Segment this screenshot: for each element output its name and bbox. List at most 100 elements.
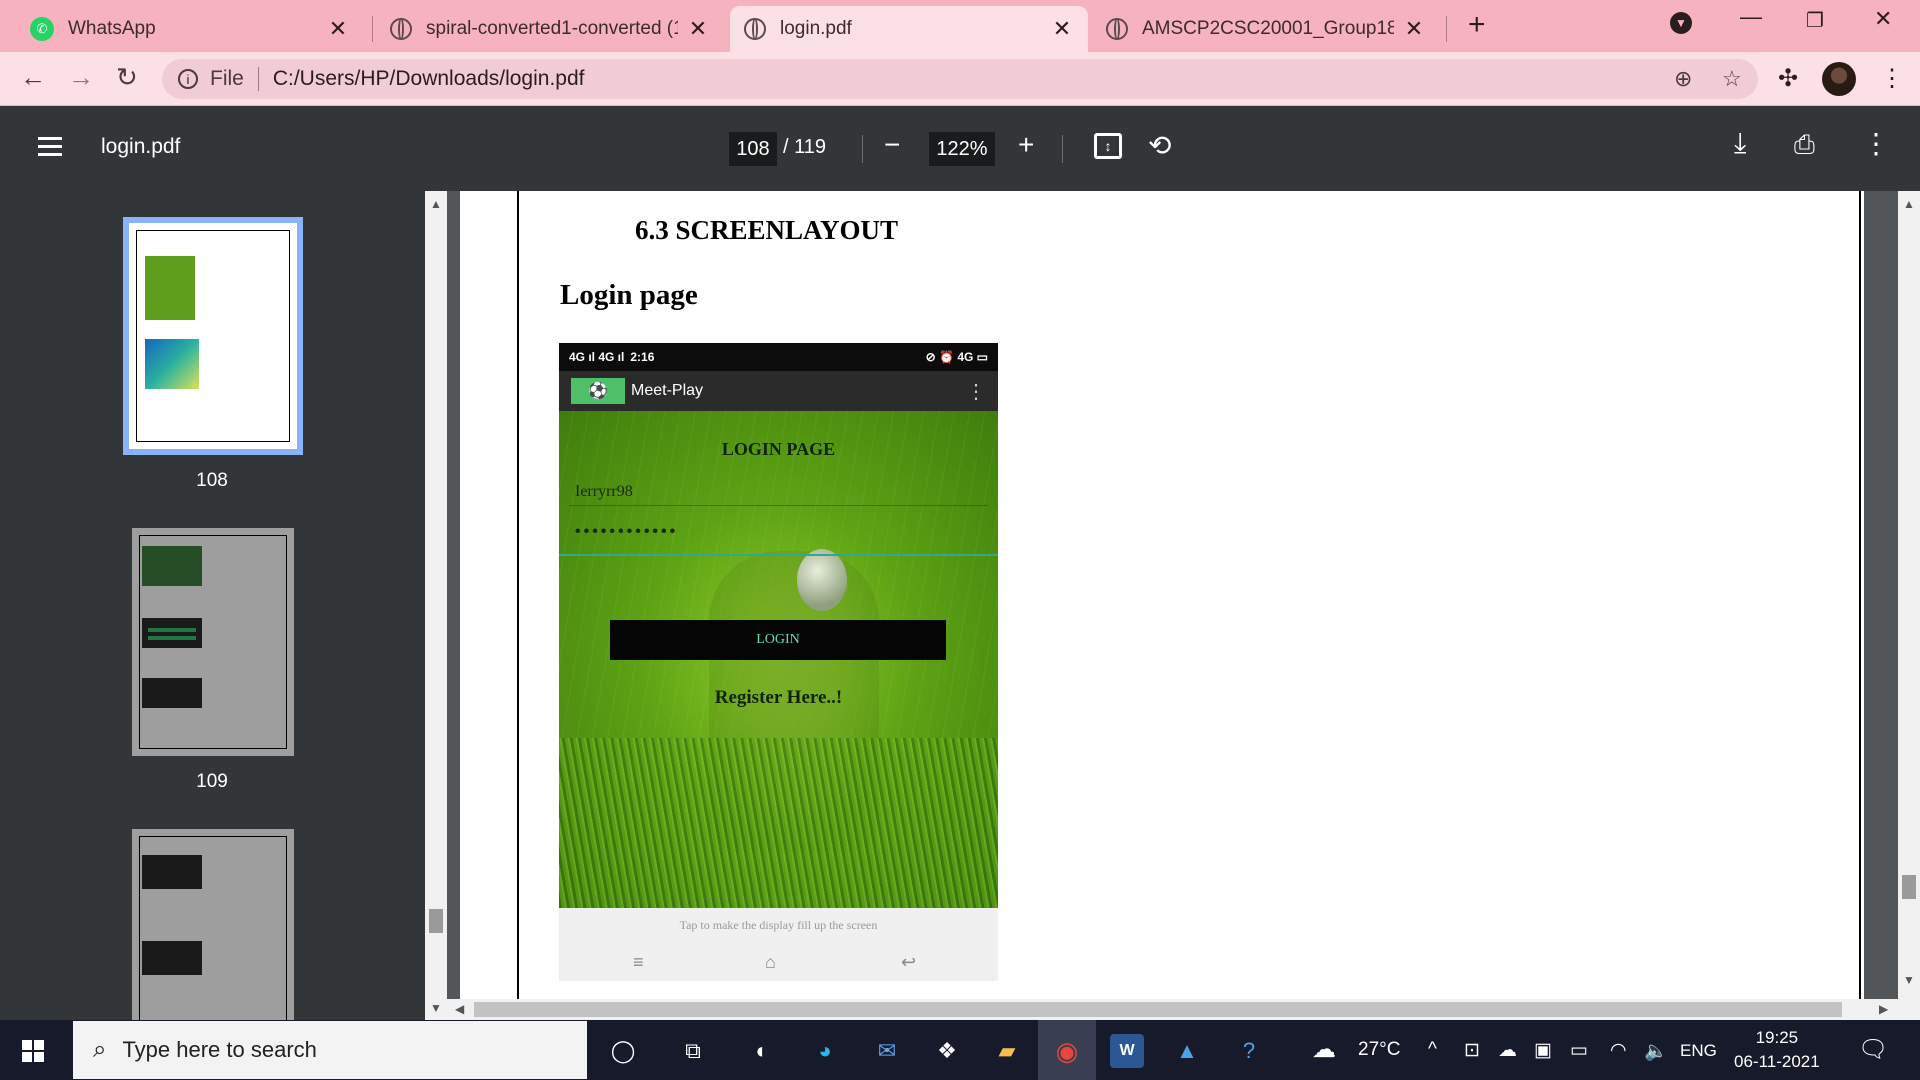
cortana-icon[interactable]: ◯: [606, 1034, 640, 1068]
tab-strip: ✆ WhatsApp ✕ spiral-converted1-converted…: [0, 0, 1920, 52]
battery-icon[interactable]: ▭: [1570, 1039, 1588, 1062]
scroll-down-icon[interactable]: ▼: [1903, 973, 1915, 987]
phone-username-field: Ierryrr98: [575, 483, 633, 500]
zoom-in-button[interactable]: +: [1018, 129, 1034, 161]
meet-icon[interactable]: ⊡: [1464, 1039, 1480, 1062]
tab-title: WhatsApp: [68, 18, 156, 39]
restore-icon[interactable]: ❐: [1806, 8, 1824, 33]
minimize-icon[interactable]: —: [1740, 4, 1762, 30]
phone-overflow-icon: ⋮: [966, 380, 986, 403]
browser-toolbar: ← → ↻ i File C:/Users/HP/Downloads/login…: [0, 52, 1920, 106]
close-tab-icon[interactable]: ✕: [326, 16, 350, 42]
bookmark-star-icon[interactable]: ☆: [1722, 59, 1742, 99]
scroll-right-icon[interactable]: ▶: [1879, 1002, 1888, 1016]
scheme-label: File: [210, 67, 244, 90]
new-tab-button[interactable]: +: [1468, 8, 1486, 42]
horizontal-scroll-thumb[interactable]: [474, 1002, 1842, 1017]
scroll-left-icon[interactable]: ◀: [455, 1002, 464, 1016]
scroll-down-icon[interactable]: ▼: [430, 1001, 442, 1015]
scroll-up-icon[interactable]: ▲: [1903, 197, 1915, 211]
back-arrow-icon[interactable]: ←: [20, 62, 46, 93]
phone-field-underline: [569, 505, 988, 506]
phone-fullscreen-hint: Tap to make the display fill up the scre…: [679, 918, 878, 932]
forward-arrow-icon[interactable]: →: [68, 62, 94, 93]
thumbnail-page-110[interactable]: [132, 829, 294, 1020]
horizontal-scrollbar[interactable]: ◀ ▶: [447, 999, 1898, 1020]
tab-whatsapp[interactable]: ✆ WhatsApp ✕: [16, 6, 364, 52]
phone-login-heading: LOGIN PAGE: [721, 439, 836, 459]
zoom-magnifier-icon[interactable]: ⊕: [1674, 59, 1692, 99]
app-logo-icon: ⚽: [571, 378, 625, 404]
reload-icon[interactable]: ↻: [116, 62, 138, 93]
chrome-icon[interactable]: ◉: [1050, 1034, 1084, 1068]
weather-icon[interactable]: ☁: [1312, 1035, 1336, 1064]
zoom-out-button[interactable]: −: [884, 129, 900, 161]
thumbnail-label: 108: [196, 470, 228, 491]
dropbox-icon[interactable]: ❖: [930, 1034, 964, 1068]
download-icon[interactable]: ⤓: [1734, 127, 1746, 160]
toolbar-divider: [862, 135, 863, 163]
info-icon[interactable]: i: [178, 69, 198, 89]
phone-field-underline-focused: [559, 554, 998, 556]
taskbar-search-box[interactable]: ⌕ Type here to search: [73, 1021, 587, 1079]
page-border-left: [517, 191, 519, 999]
notifications-icon[interactable]: 🗨: [1858, 1035, 1888, 1064]
close-window-icon[interactable]: ✕: [1874, 6, 1892, 32]
phone-app-bar: ⚽ Meet-Play ⋮: [559, 371, 998, 411]
phone-home-icon: ⌂: [765, 952, 776, 972]
word-icon[interactable]: W: [1110, 1034, 1144, 1068]
task-view-icon[interactable]: ⧉: [676, 1034, 710, 1068]
tab-search-icon[interactable]: ▼: [1670, 12, 1692, 34]
document-scrollbar[interactable]: ▲ ▼: [1898, 191, 1920, 1020]
tab-amscp[interactable]: AMSCP2CSC20001_Group18_soft ✕: [1092, 6, 1440, 52]
windows-start-icon[interactable]: [22, 1040, 44, 1062]
sidebar-scroll-thumb[interactable]: [429, 909, 443, 933]
page-border-right: [1859, 191, 1861, 999]
onedrive-icon[interactable]: ☁: [1498, 1039, 1517, 1062]
mail-icon[interactable]: ✉: [870, 1034, 904, 1068]
sidebar-scrollbar[interactable]: ▲ ▼: [425, 191, 447, 1020]
sub-heading: Login page: [560, 279, 698, 311]
profile-avatar[interactable]: [1822, 62, 1856, 96]
office-app-icon[interactable]: ◐: [745, 1034, 779, 1068]
close-tab-icon[interactable]: ✕: [686, 16, 710, 42]
thumbnail-page-109[interactable]: [132, 528, 294, 756]
screen-icon[interactable]: ▣: [1534, 1039, 1552, 1062]
tray-overflow-icon[interactable]: ^: [1428, 1039, 1437, 1061]
pdf-title: login.pdf: [101, 135, 181, 158]
url-text[interactable]: C:/Users/HP/Downloads/login.pdf: [273, 67, 585, 91]
volume-icon[interactable]: 🔈: [1644, 1039, 1668, 1063]
sidebar-menu-icon[interactable]: [38, 137, 62, 161]
language-indicator[interactable]: ENG: [1680, 1041, 1717, 1061]
photos-icon[interactable]: ▲: [1170, 1034, 1204, 1068]
browser-menu-icon[interactable]: ⋮: [1880, 64, 1904, 93]
section-heading: 6.3 SCREENLAYOUT: [635, 215, 899, 245]
rotate-icon[interactable]: ⟲: [1148, 129, 1171, 162]
edge-icon[interactable]: ◕: [808, 1034, 842, 1068]
help-icon[interactable]: ?: [1232, 1034, 1266, 1068]
zoom-input[interactable]: 122%: [929, 132, 995, 166]
address-bar[interactable]: i File C:/Users/HP/Downloads/login.pdf ⊕…: [162, 59, 1758, 99]
globe-icon: [1106, 18, 1128, 40]
file-explorer-icon[interactable]: ▰: [990, 1034, 1024, 1068]
globe-icon: [744, 18, 766, 40]
print-icon[interactable]: ⎙: [1794, 129, 1815, 161]
scroll-up-icon[interactable]: ▲: [430, 197, 442, 211]
tab-spiral[interactable]: spiral-converted1-converted (1).p ✕: [376, 6, 724, 52]
phone-nav-area: Tap to make the display fill up the scre…: [559, 908, 998, 981]
wifi-icon[interactable]: ◠: [1610, 1039, 1627, 1062]
document-scroll-thumb[interactable]: [1902, 875, 1916, 899]
close-tab-icon[interactable]: ✕: [1402, 16, 1426, 42]
page-number-input[interactable]: 108: [729, 132, 777, 166]
close-tab-icon[interactable]: ✕: [1050, 16, 1074, 42]
phone-back-icon: ↩: [901, 952, 917, 972]
extensions-puzzle-icon[interactable]: ✣: [1778, 64, 1798, 93]
weather-temp[interactable]: 27°C: [1358, 1039, 1400, 1061]
tab-divider: [372, 16, 373, 42]
taskbar-clock[interactable]: 19:25 06-11-2021: [1734, 1026, 1820, 1074]
tab-login-pdf[interactable]: login.pdf ✕: [730, 6, 1088, 52]
fit-page-icon[interactable]: ↕: [1094, 133, 1122, 159]
pdf-more-icon[interactable]: ⋮: [1862, 127, 1890, 160]
globe-icon: [390, 18, 412, 40]
thumbnail-page-108[interactable]: [123, 217, 303, 455]
